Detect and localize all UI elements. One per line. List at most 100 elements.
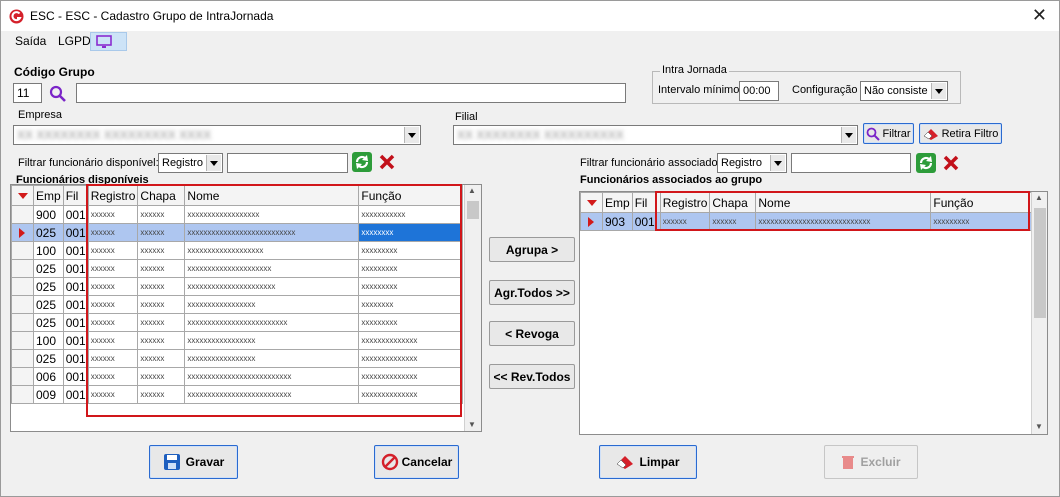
cell-fil[interactable]: 001 <box>631 212 661 231</box>
refresh-icon[interactable] <box>916 153 936 173</box>
cell-emp[interactable]: 100 <box>33 331 64 350</box>
cell-funcao[interactable]: xxxxxxxxxxxxxx <box>358 385 464 404</box>
cell-nome[interactable]: xxxxxxxxxxxxxxxxxxxxxxxxxx <box>184 367 360 386</box>
left-filter-input[interactable] <box>227 153 348 173</box>
cell-nome[interactable]: xxxxxxxxxxxxxxxxxxxxxxxxxxx <box>184 223 360 242</box>
cell-chapa[interactable]: xxxxxx <box>137 349 186 368</box>
scroll-up-icon[interactable]: ▲ <box>1035 193 1043 202</box>
close-icon[interactable]: ✕ <box>1032 5 1047 26</box>
revoga-button[interactable]: < Revoga <box>489 321 575 346</box>
cell-registro[interactable]: xxxxxx <box>87 205 139 224</box>
cell-funcao[interactable]: xxxxxxxxx <box>358 259 464 278</box>
scroll-thumb[interactable] <box>467 201 479 219</box>
scroll-down-icon[interactable]: ▼ <box>468 420 476 429</box>
cell-chapa[interactable]: xxxxxx <box>137 385 186 404</box>
cell-chapa[interactable]: xxxxxx <box>137 331 186 350</box>
search-icon[interactable] <box>49 85 67 103</box>
right-grid-scrollbar[interactable]: ▲ ▼ <box>1031 192 1047 434</box>
cell-registro[interactable]: xxxxxx <box>87 385 139 404</box>
sort-column-header[interactable] <box>11 185 34 206</box>
row-indicator[interactable] <box>11 223 34 242</box>
cell-chapa[interactable]: xxxxxx <box>137 313 186 332</box>
row-indicator[interactable] <box>11 205 34 224</box>
row-indicator[interactable] <box>11 385 34 404</box>
cell-fil[interactable]: 001 <box>62 295 89 314</box>
sort-column-header[interactable] <box>580 192 603 213</box>
cell-chapa[interactable]: xxxxxx <box>137 205 186 224</box>
cell-emp[interactable]: 025 <box>33 349 64 368</box>
cell-funcao[interactable]: xxxxxxxxx <box>358 277 464 296</box>
cell-funcao[interactable]: xxxxxxxx <box>358 295 464 314</box>
cell-emp[interactable]: 025 <box>33 295 64 314</box>
column-header-chapa[interactable]: Chapa <box>709 192 757 213</box>
table-row[interactable]: 100001xxxxxxxxxxxxxxxxxxxxxxxxxxxxxxxxxx… <box>11 331 464 350</box>
cell-registro[interactable]: xxxxxx <box>659 212 711 231</box>
cell-chapa[interactable]: xxxxxx <box>709 212 757 231</box>
cell-registro[interactable]: xxxxxx <box>87 259 139 278</box>
column-header-nome[interactable]: Nome <box>184 185 360 206</box>
cell-fil[interactable]: 001 <box>62 277 89 296</box>
table-row[interactable]: 009 001 xxxxxx xxxxxx xxxxxxxxxxxxxxxxxxxxxx… <box>11 385 464 404</box>
clear-filter-icon[interactable] <box>941 153 961 173</box>
cell-registro[interactable]: xxxxxx <box>87 313 139 332</box>
cell-fil[interactable]: 001 <box>62 223 89 242</box>
cell-funcao[interactable]: xxxxxxxxxxxxxx <box>358 367 464 386</box>
filtrar-button[interactable]: Filtrar <box>863 123 914 144</box>
cell-funcao[interactable]: xxxxxxxx <box>358 223 464 242</box>
cell-emp[interactable]: 900 <box>33 205 64 224</box>
row-indicator[interactable] <box>11 259 34 278</box>
cell-chapa[interactable]: xxxxxx <box>137 223 186 242</box>
cell-funcao[interactable]: xxxxxxxxxxx <box>358 205 464 224</box>
configuracao-select[interactable]: Não consiste <box>860 81 948 101</box>
cell-registro[interactable]: xxxxxx <box>87 223 139 242</box>
table-row[interactable]: 025001xxxxxxxxxxxxxxxxxxxxxxxxxxxxxxxxxx… <box>11 223 464 242</box>
column-header-funcao[interactable]: Função <box>930 192 1036 213</box>
column-header-registro[interactable]: Registro <box>659 192 711 213</box>
filial-select[interactable]: XX XXXXXXXX XXXXXXXXXX <box>453 125 858 145</box>
cell-fil[interactable]: 001 <box>62 205 89 224</box>
limpar-button[interactable]: Limpar <box>599 445 697 479</box>
cell-registro[interactable]: xxxxxx <box>87 349 139 368</box>
cell-chapa[interactable]: xxxxxx <box>137 367 186 386</box>
right-filter-input[interactable] <box>791 153 911 173</box>
menu-lgpd[interactable]: LGPD <box>58 34 91 48</box>
empresa-select[interactable]: XX XXXXXXXX XXXXXXXXX XXXX <box>13 125 421 145</box>
column-header-emp[interactable]: Emp <box>33 185 64 206</box>
row-indicator[interactable] <box>11 349 34 368</box>
row-indicator[interactable] <box>580 212 603 231</box>
clear-filter-icon[interactable] <box>377 152 397 172</box>
agr-todos-button[interactable]: Agr.Todos >> <box>489 280 575 305</box>
right-filter-select[interactable]: Registro <box>717 153 787 173</box>
gravar-button[interactable]: Gravar <box>149 445 238 479</box>
cell-emp[interactable]: 100 <box>33 241 64 260</box>
table-row[interactable]: 025001xxxxxxxxxxxxxxxxxxxxxxxxxxxxxxxxxx… <box>11 313 464 332</box>
cell-registro[interactable]: xxxxxx <box>87 277 139 296</box>
intervalo-input[interactable]: 00:00 <box>739 81 779 101</box>
cell-fil[interactable]: 001 <box>62 241 89 260</box>
cell-emp[interactable]: 025 <box>33 259 64 278</box>
table-row[interactable]: 006 001 xxxxxx xxxxxx xxxxxxxxxxxxxxxxxxxxxx… <box>11 367 464 386</box>
cell-funcao[interactable]: xxxxxxxxxxxxxx <box>358 349 464 368</box>
cell-fil[interactable]: 001 <box>62 331 89 350</box>
row-indicator[interactable] <box>11 313 34 332</box>
table-row[interactable]: 025001xxxxxxxxxxxxxxxxxxxxxxxxxxxxxxxxxx… <box>11 295 464 314</box>
cell-fil[interactable]: 001 <box>62 367 89 386</box>
cell-funcao[interactable]: xxxxxxxxxxxxxx <box>358 331 464 350</box>
cell-nome[interactable]: xxxxxxxxxxxxxxxxx <box>184 331 360 350</box>
cancelar-button[interactable]: Cancelar <box>374 445 459 479</box>
cell-fil[interactable]: 001 <box>62 313 89 332</box>
cell-nome[interactable]: xxxxxxxxxxxxxxxxxxxxxxxxx <box>184 313 360 332</box>
rev-todos-button[interactable]: << Rev.Todos <box>489 364 575 389</box>
cell-emp[interactable]: 025 <box>33 223 64 242</box>
cell-chapa[interactable]: xxxxxx <box>137 277 186 296</box>
column-header-fil[interactable]: Fil <box>631 192 661 213</box>
table-row[interactable]: 025001xxxxxxxxxxxxxxxxxxxxxxxxxxxxxxxxxx… <box>11 277 464 296</box>
refresh-icon[interactable] <box>352 152 372 172</box>
excluir-button[interactable]: Excluir <box>824 445 918 479</box>
scroll-up-icon[interactable]: ▲ <box>468 186 476 195</box>
available-employees-grid[interactable]: Emp Fil Registro Chapa Nome Função 900 00… <box>10 184 482 432</box>
cell-nome[interactable]: xxxxxxxxxxxxxxxxxx <box>184 205 360 224</box>
cell-funcao[interactable]: xxxxxxxxx <box>358 241 464 260</box>
cell-nome[interactable]: xxxxxxxxxxxxxxxxx <box>184 349 360 368</box>
cell-emp[interactable]: 006 <box>33 367 64 386</box>
